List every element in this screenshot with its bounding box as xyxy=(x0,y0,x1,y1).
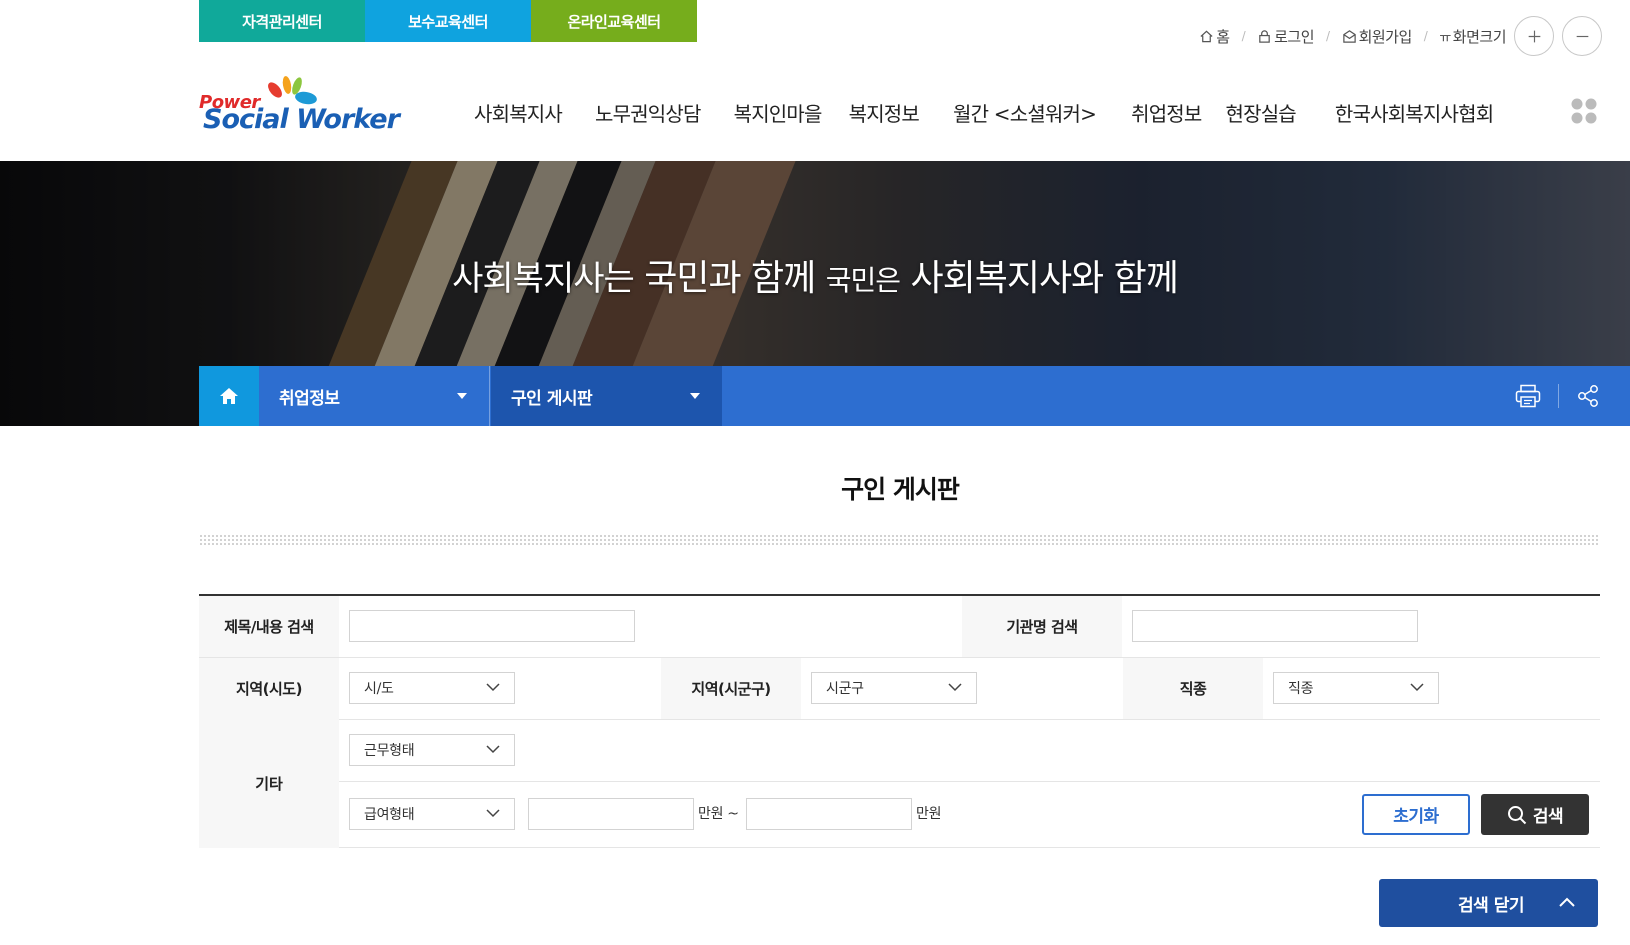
zoom-out-button[interactable] xyxy=(1562,16,1602,56)
sigungu-select[interactable]: 시군구 xyxy=(811,672,977,704)
util-join-label: 회원가입 xyxy=(1358,27,1413,46)
pay-unit-to: 만원 xyxy=(916,806,942,822)
util-font-size: ㅠ 화면크기 xyxy=(1439,26,1506,47)
tools-separator xyxy=(1558,384,1559,408)
nav-welfare-info[interactable]: 복지정보 xyxy=(849,98,920,127)
search-row-region: 지역(시도) 시/도 지역(시군구) 시군구 직종 직종 xyxy=(199,658,1600,720)
tab-continuing-education-center[interactable]: 보수교육센터 xyxy=(365,0,531,42)
plus-icon xyxy=(1528,30,1540,42)
title-search-input[interactable] xyxy=(349,610,635,642)
chevron-down-icon xyxy=(1410,683,1424,692)
nav-labor-rights[interactable]: 노무권익상담 xyxy=(595,98,701,127)
job-select[interactable]: 직종 xyxy=(1273,672,1439,704)
location-level1-label: 취업정보 xyxy=(279,388,340,409)
search-row-keyword: 제목/내용 검색 기관명 검색 xyxy=(199,596,1600,658)
location-dropdown-level2[interactable]: 구인 게시판 xyxy=(491,366,722,426)
sido-select[interactable]: 시/도 xyxy=(349,672,515,704)
sigungu-label: 지역(시군구) xyxy=(661,658,801,719)
util-join-link[interactable]: 회원가입 xyxy=(1342,26,1412,47)
util-login-link[interactable]: 로그인 xyxy=(1257,26,1315,47)
pay-type-select[interactable]: 급여형태 xyxy=(349,798,515,830)
etc-label: 기타 xyxy=(199,718,339,848)
pay-max-input[interactable] xyxy=(746,798,912,830)
zoom-in-button[interactable] xyxy=(1514,16,1554,56)
dotted-divider xyxy=(199,534,1600,545)
caret-down-icon xyxy=(457,393,467,399)
work-type-select-value: 근무형태 xyxy=(364,743,415,759)
nav-field-practice[interactable]: 현장실습 xyxy=(1226,98,1297,127)
location-level2-label: 구인 게시판 xyxy=(511,388,593,409)
hero-caption-part: 국민과 함께 xyxy=(633,258,826,299)
main-navigation: 사회복지사 노무권익상담 복지인마을 복지정보 월간 <소셜워커> 취업정보 현… xyxy=(474,92,1494,132)
hero-caption: 사회복지사는 국민과 함께 국민은 사회복지사와 함께 xyxy=(0,249,1630,301)
tab-qualification-center[interactable]: 자격관리센터 xyxy=(199,0,365,42)
search-row-worktype: 근무형태 xyxy=(199,720,1600,782)
search-icon xyxy=(1507,805,1527,824)
nav-welfare-village[interactable]: 복지인마을 xyxy=(734,98,823,127)
share-icon[interactable] xyxy=(1576,384,1600,408)
chevron-down-icon xyxy=(948,683,962,692)
org-search-input[interactable] xyxy=(1132,610,1418,642)
chevron-down-icon xyxy=(486,745,500,754)
util-separator: / xyxy=(1423,29,1428,43)
search-button[interactable]: 검색 xyxy=(1481,794,1589,835)
chevron-down-icon xyxy=(486,809,500,818)
nav-social-worker[interactable]: 사회복지사 xyxy=(474,98,563,127)
reset-button-label: 초기화 xyxy=(1393,807,1439,827)
nav-association[interactable]: 한국사회복지사협회 xyxy=(1335,98,1494,127)
text-size-icon: ㅠ xyxy=(1439,30,1451,46)
work-type-select[interactable]: 근무형태 xyxy=(349,734,515,766)
job-select-value: 직종 xyxy=(1288,681,1314,697)
hero-caption-part: 사회복지사는 xyxy=(452,259,635,299)
chevron-down-icon xyxy=(486,683,500,692)
site-logo[interactable]: Power Social Worker xyxy=(199,74,400,140)
pay-unit-from: 만원 ~ xyxy=(698,806,739,822)
logo-name-text: Social Worker xyxy=(203,104,400,135)
envelope-icon xyxy=(1342,29,1356,43)
location-home-button[interactable] xyxy=(199,366,259,426)
pay-min-input[interactable] xyxy=(528,798,694,830)
print-icon[interactable] xyxy=(1515,384,1541,408)
search-button-label: 검색 xyxy=(1532,807,1564,827)
nav-monthly-magazine[interactable]: 월간 <소셜워커> xyxy=(953,98,1097,127)
org-search-label: 기관명 검색 xyxy=(962,596,1122,657)
pay-type-select-value: 급여형태 xyxy=(364,807,415,823)
util-login-label: 로그인 xyxy=(1274,27,1315,46)
sido-label: 지역(시도) xyxy=(199,658,339,719)
job-label: 직종 xyxy=(1123,658,1263,719)
location-bar: 취업정보 구인 게시판 xyxy=(199,366,1630,426)
reset-button[interactable]: 초기화 xyxy=(1362,794,1470,835)
home-icon xyxy=(1200,30,1213,42)
home-icon xyxy=(220,388,238,404)
all-menu-icon[interactable] xyxy=(1570,97,1598,125)
sido-select-value: 시/도 xyxy=(364,681,394,697)
top-center-tabs: 자격관리센터 보수교육센터 온라인교육센터 xyxy=(199,0,697,42)
util-separator: / xyxy=(1326,29,1330,43)
page-title: 구인 게시판 xyxy=(841,475,960,504)
close-search-label: 검색 닫기 xyxy=(1458,895,1524,916)
utility-menu: 홈 / 로그인 / 회원가입 / ㅠ 화면크기 xyxy=(1199,15,1602,57)
close-search-button[interactable]: 검색 닫기 xyxy=(1379,879,1598,927)
title-search-label: 제목/내용 검색 xyxy=(199,596,339,657)
nav-employment-info[interactable]: 취업정보 xyxy=(1131,98,1202,127)
chevron-up-icon xyxy=(1559,897,1575,907)
sigungu-select-value: 시군구 xyxy=(826,681,864,697)
hero-caption-part: 사회복지사와 함께 xyxy=(900,258,1178,299)
util-font-size-label: 화면크기 xyxy=(1452,27,1507,46)
page: 자격관리센터 보수교육센터 온라인교육센터 홈 / 로그인 / 회원가입 / ㅠ… xyxy=(0,0,1630,945)
lock-icon xyxy=(1259,29,1270,43)
util-home-label: 홈 xyxy=(1216,27,1230,46)
location-dropdown-level1[interactable]: 취업정보 xyxy=(259,366,490,426)
util-separator: / xyxy=(1241,29,1246,43)
location-tools xyxy=(1515,366,1600,426)
caret-down-icon xyxy=(690,393,700,399)
util-home-link[interactable]: 홈 xyxy=(1199,26,1230,47)
tab-online-education-center[interactable]: 온라인교육센터 xyxy=(531,0,697,42)
hero-caption-part: 국민은 xyxy=(825,264,901,297)
minus-icon xyxy=(1576,35,1588,37)
